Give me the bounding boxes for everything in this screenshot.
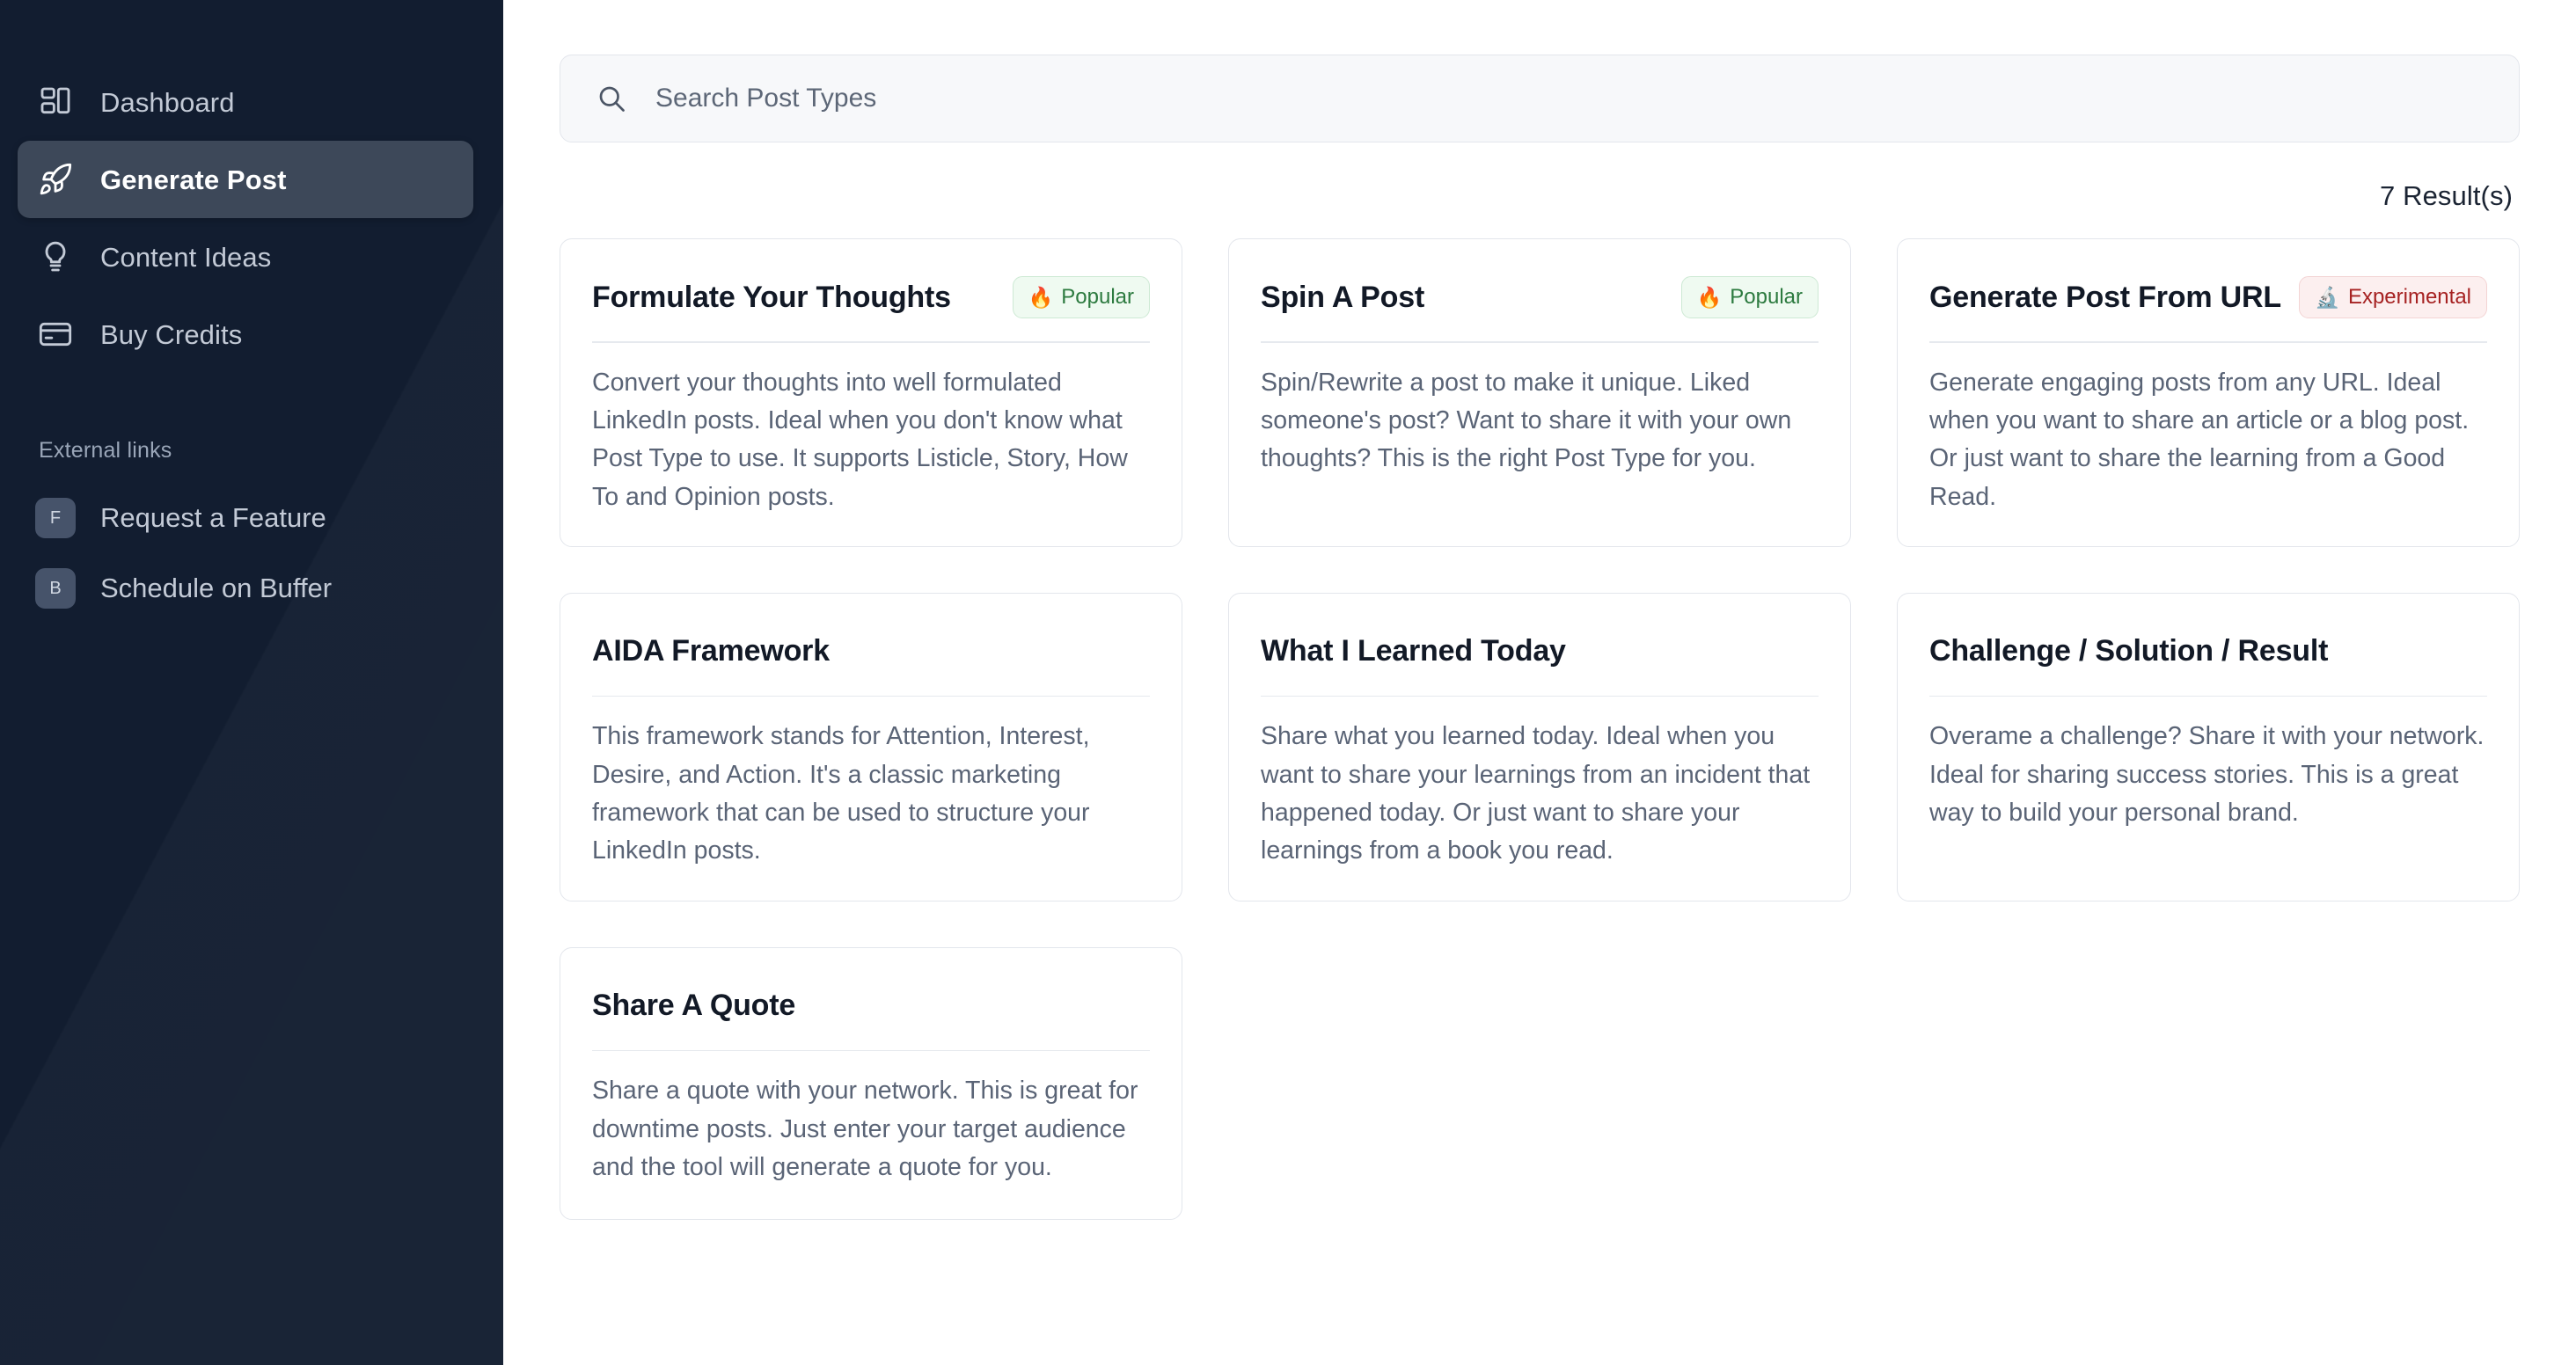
app-root: Dashboard Generate Post Content Ideas Bu… [0, 0, 2576, 1365]
card-header: AIDA Framework [592, 627, 1150, 676]
post-type-card[interactable]: Generate Post From URL 🔬 Experimental Ge… [1897, 238, 2520, 547]
status-badge: 🔥 Popular [1680, 276, 1819, 318]
card-divider [592, 1049, 1150, 1052]
card-description: This framework stands for Attention, Int… [592, 722, 1090, 865]
card-header: Generate Post From URL 🔬 Experimental [1929, 273, 2487, 322]
buffer-badge-icon: B [35, 568, 76, 609]
card-title: Share A Quote [592, 989, 796, 1023]
card-description: Share what you learned today. Ideal when… [1261, 722, 1811, 865]
status-badge-label: Experimental [2347, 285, 2471, 309]
card-divider [1261, 341, 1819, 343]
lightbulb-icon [35, 237, 76, 277]
post-type-card[interactable]: Formulate Your Thoughts 🔥 Popular Conver… [560, 238, 1182, 547]
card-title: Generate Post From URL [1929, 280, 2281, 314]
card-divider [592, 341, 1150, 343]
card-divider [1929, 341, 2487, 343]
card-header: What I Learned Today [1261, 627, 1819, 676]
search-bar[interactable] [560, 55, 2520, 142]
card-title: Challenge / Solution / Result [1929, 634, 2329, 668]
sidebar-item-label: Generate Post [100, 164, 287, 195]
card-description: Share a quote with your network. This is… [592, 1077, 1138, 1181]
post-type-card[interactable]: Share A Quote Share a quote with your ne… [560, 946, 1182, 1220]
sidebar-item-label: Content Ideas [100, 241, 272, 273]
search-icon [596, 83, 627, 114]
card-title: Formulate Your Thoughts [592, 280, 951, 314]
sidebar-item-dashboard[interactable]: Dashboard [18, 63, 473, 141]
card-description: Spin/Rewrite a post to make it unique. L… [1261, 368, 1792, 473]
sidebar-item-label: Buy Credits [100, 318, 243, 350]
layout-dashboard-icon [35, 82, 76, 122]
card-description: Generate engaging posts from any URL. Id… [1929, 368, 2470, 511]
card-title: AIDA Framework [592, 634, 830, 668]
microscope-icon: 🔬 [2315, 285, 2340, 309]
sidebar-item-content-ideas[interactable]: Content Ideas [18, 218, 473, 296]
feature-badge-icon: F [35, 498, 76, 538]
card-header: Spin A Post 🔥 Popular [1261, 273, 1819, 322]
rocket-icon [35, 159, 76, 200]
card-header: Challenge / Solution / Result [1929, 627, 2487, 676]
sidebar-item-label: Dashboard [100, 86, 235, 118]
status-badge-label: Popular [1061, 285, 1134, 309]
status-badge: 🔥 Popular [1012, 276, 1150, 318]
card-divider [592, 695, 1150, 697]
card-header: Share A Quote [592, 982, 1150, 1031]
credit-card-icon [35, 314, 76, 354]
search-input[interactable] [655, 55, 2484, 142]
post-type-grid: Formulate Your Thoughts 🔥 Popular Conver… [560, 238, 2520, 1220]
external-links-heading: External links [39, 438, 172, 463]
sidebar-item-generate-post[interactable]: Generate Post [18, 141, 473, 218]
post-type-card[interactable]: AIDA Framework This framework stands for… [560, 592, 1182, 901]
sidebar-item-request-a-feature[interactable]: F Request a Feature [18, 483, 473, 553]
card-divider [1929, 695, 2487, 697]
sidebar-item-schedule-on-buffer[interactable]: B Schedule on Buffer [18, 553, 473, 624]
result-count: 7 Result(s) [2380, 180, 2513, 211]
status-badge: 🔬 Experimental [2299, 276, 2487, 318]
post-type-card[interactable]: Spin A Post 🔥 Popular Spin/Rewrite a pos… [1228, 238, 1851, 547]
sidebar-item-buy-credits[interactable]: Buy Credits [18, 296, 473, 373]
sidebar-item-label: Schedule on Buffer [100, 573, 333, 603]
main-content: 7 Result(s) Formulate Your Thoughts 🔥 Po… [503, 0, 2576, 1365]
status-badge-label: Popular [1730, 285, 1803, 309]
card-description: Overame a challenge? Share it with your … [1929, 722, 2485, 828]
card-title: Spin A Post [1261, 280, 1425, 314]
card-title: What I Learned Today [1261, 634, 1566, 668]
sidebar-item-label: Request a Feature [100, 502, 326, 533]
card-header: Formulate Your Thoughts 🔥 Popular [592, 273, 1150, 322]
post-type-card[interactable]: What I Learned Today Share what you lear… [1228, 592, 1851, 901]
sidebar: Dashboard Generate Post Content Ideas Bu… [0, 0, 503, 1365]
fire-icon: 🔥 [1696, 285, 1723, 309]
post-type-card[interactable]: Challenge / Solution / Result Overame a … [1897, 592, 2520, 901]
card-description: Convert your thoughts into well formulat… [592, 368, 1128, 511]
card-divider [1261, 695, 1819, 697]
fire-icon: 🔥 [1028, 285, 1054, 309]
